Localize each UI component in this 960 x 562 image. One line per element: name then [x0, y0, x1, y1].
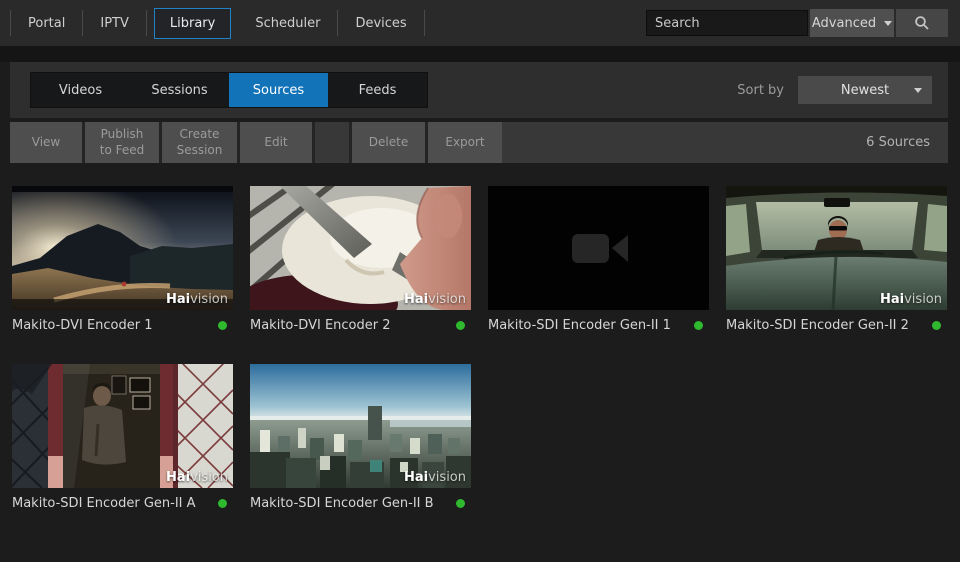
chevron-down-icon [884, 21, 892, 26]
chevron-down-icon [914, 88, 922, 93]
source-meta: Makito-SDI Encoder Gen-II 1 [488, 310, 709, 340]
search-button[interactable] [896, 9, 948, 37]
source-name: Makito-SDI Encoder Gen-II B [250, 496, 434, 511]
toolbar-spacer [315, 122, 349, 163]
sources-grid: Haivision Makito-DVI Encoder 1 [12, 186, 952, 518]
source-thumbnail[interactable] [488, 186, 709, 310]
source-card[interactable]: Haivision Makito-SDI Encoder Gen-II A [12, 364, 233, 518]
nav-divider [146, 10, 147, 36]
sort-control: Sort by Newest [737, 76, 932, 104]
source-meta: Makito-DVI Encoder 2 [250, 310, 471, 340]
nav-devices[interactable]: Devices [338, 0, 423, 46]
status-dot [218, 321, 227, 330]
search-group: Advanced [646, 9, 948, 37]
view-button[interactable]: View [10, 122, 82, 163]
edit-button[interactable]: Edit [240, 122, 312, 163]
source-card[interactable]: Haivision Makito-SDI Encoder Gen-II B [250, 364, 471, 518]
source-thumbnail[interactable]: Haivision [250, 186, 471, 310]
nav-scheduler[interactable]: Scheduler [238, 0, 337, 46]
tab-feeds[interactable]: Feeds [328, 73, 427, 107]
tab-sessions[interactable]: Sessions [130, 73, 229, 107]
sources-count: 6 Sources [866, 122, 948, 163]
advanced-label: Advanced [812, 16, 876, 31]
source-meta: Makito-DVI Encoder 1 [12, 310, 233, 340]
publish-to-feed-button[interactable]: Publish to Feed [85, 122, 159, 163]
export-button[interactable]: Export [428, 122, 502, 163]
sort-by-label: Sort by [737, 83, 784, 98]
action-toolbar: View Publish to Feed Create Session Edit… [10, 122, 948, 163]
nav-iptv[interactable]: IPTV [83, 0, 146, 46]
advanced-search-dropdown[interactable]: Advanced [810, 9, 894, 37]
library-tabs: Videos Sessions Sources Feeds [30, 72, 428, 108]
source-name: Makito-SDI Encoder Gen-II 1 [488, 318, 671, 333]
source-name: Makito-SDI Encoder Gen-II 2 [726, 318, 909, 333]
nav-library[interactable]: Library [154, 8, 231, 39]
haivision-watermark: Haivision [404, 292, 466, 307]
haivision-watermark: Haivision [404, 470, 466, 485]
divider-strip [0, 46, 960, 62]
source-card[interactable]: Haivision Makito-SDI Encoder Gen-II 2 [726, 186, 947, 340]
source-card[interactable]: Haivision Makito-DVI Encoder 2 [250, 186, 471, 340]
delete-button[interactable]: Delete [352, 122, 425, 163]
tab-videos[interactable]: Videos [31, 73, 130, 107]
source-meta: Makito-SDI Encoder Gen-II B [250, 488, 471, 518]
top-nav-bar: Portal IPTV Library Scheduler Devices Ad… [0, 0, 960, 46]
toolbar-buttons: View Publish to Feed Create Session Edit… [10, 122, 502, 163]
search-input[interactable] [646, 10, 808, 36]
status-dot [218, 499, 227, 508]
source-card[interactable]: Makito-SDI Encoder Gen-II 1 [488, 186, 709, 340]
nav-portal[interactable]: Portal [11, 0, 82, 46]
source-thumbnail[interactable]: Haivision [12, 364, 233, 488]
create-session-button[interactable]: Create Session [162, 122, 237, 163]
sort-value: Newest [841, 83, 889, 98]
tab-sources[interactable]: Sources [229, 73, 328, 107]
haivision-watermark: Haivision [166, 292, 228, 307]
status-dot [932, 321, 941, 330]
source-meta: Makito-SDI Encoder Gen-II A [12, 488, 233, 518]
nav-divider [424, 10, 425, 36]
status-dot [694, 321, 703, 330]
source-meta: Makito-SDI Encoder Gen-II 2 [726, 310, 947, 340]
thumbnail-art-no-signal [488, 186, 709, 310]
status-dot [456, 499, 465, 508]
status-dot [456, 321, 465, 330]
search-icon [914, 15, 930, 31]
main-nav: Portal IPTV Library Scheduler Devices [10, 0, 425, 46]
source-name: Makito-SDI Encoder Gen-II A [12, 496, 196, 511]
source-card[interactable]: Haivision Makito-DVI Encoder 1 [12, 186, 233, 340]
source-thumbnail[interactable]: Haivision [726, 186, 947, 310]
haivision-watermark: Haivision [880, 292, 942, 307]
source-thumbnail[interactable]: Haivision [250, 364, 471, 488]
haivision-watermark: Haivision [166, 470, 228, 485]
source-name: Makito-DVI Encoder 2 [250, 318, 391, 333]
filter-bar: Videos Sessions Sources Feeds Sort by Ne… [10, 62, 948, 118]
sort-dropdown[interactable]: Newest [798, 76, 932, 104]
source-name: Makito-DVI Encoder 1 [12, 318, 153, 333]
source-thumbnail[interactable]: Haivision [12, 186, 233, 310]
